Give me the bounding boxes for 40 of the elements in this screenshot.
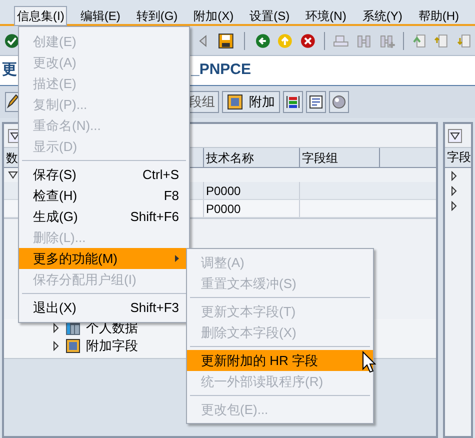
- menu-bar-item[interactable]: 附加(X): [190, 6, 237, 26]
- expand-triangle-icon[interactable]: [8, 171, 18, 179]
- menu-item[interactable]: 退出(X) Shift+F3: [19, 297, 189, 318]
- triangle-icon[interactable]: [198, 34, 208, 48]
- column-header: 字段: [447, 150, 471, 164]
- menu-bar-item[interactable]: 系统(Y): [359, 6, 406, 26]
- layout-button[interactable]: [283, 91, 303, 113]
- screen-title: 更: [2, 60, 17, 80]
- menu-bar-item[interactable]: 信息集(I): [14, 6, 68, 26]
- menu-bar-item[interactable]: 设置(S): [246, 6, 293, 26]
- screen-title: _PNPCE: [191, 60, 252, 80]
- append-icon: [227, 94, 243, 110]
- append-button[interactable]: 附加: [222, 91, 280, 113]
- document-icon: [309, 95, 323, 109]
- menu-bar-item[interactable]: 环境(N): [302, 6, 350, 26]
- mouse-cursor-icon: [362, 351, 376, 373]
- enter-icon[interactable]: [4, 32, 20, 48]
- sphere-icon: [332, 95, 346, 109]
- document-button[interactable]: [306, 91, 326, 113]
- menu-item[interactable]: 保存(S) Ctrl+S: [19, 164, 189, 185]
- sphere-button[interactable]: [329, 91, 349, 113]
- menu-item[interactable]: 生成(G) Shift+F6: [19, 206, 189, 227]
- back-icon[interactable]: [254, 32, 270, 48]
- menu-bar-item[interactable]: 帮助(H): [415, 6, 462, 26]
- color-bars-icon: [286, 95, 300, 109]
- append-icon: [66, 339, 80, 353]
- tree-item-label[interactable]: 附加字段: [86, 336, 138, 356]
- collapse-icon[interactable]: [448, 128, 462, 142]
- menu-bar-item[interactable]: 编辑(E): [77, 6, 124, 26]
- column-header: 技术名称: [204, 148, 300, 167]
- cancel-icon[interactable]: [300, 32, 316, 48]
- submenu-arrow-icon: [175, 255, 179, 262]
- column-header: 字段组: [300, 148, 380, 167]
- menu-bar-item[interactable]: 转到(G): [133, 6, 181, 26]
- save-icon[interactable]: [218, 32, 234, 48]
- table-cell: P0000: [204, 200, 300, 217]
- table-cell: P0000: [204, 182, 300, 199]
- menu-item[interactable]: 更新附加的 HR 字段: [187, 350, 373, 371]
- menu-item[interactable]: 检查(H) F8: [19, 185, 189, 206]
- submenu-item[interactable]: 更多的功能(M): [19, 248, 189, 269]
